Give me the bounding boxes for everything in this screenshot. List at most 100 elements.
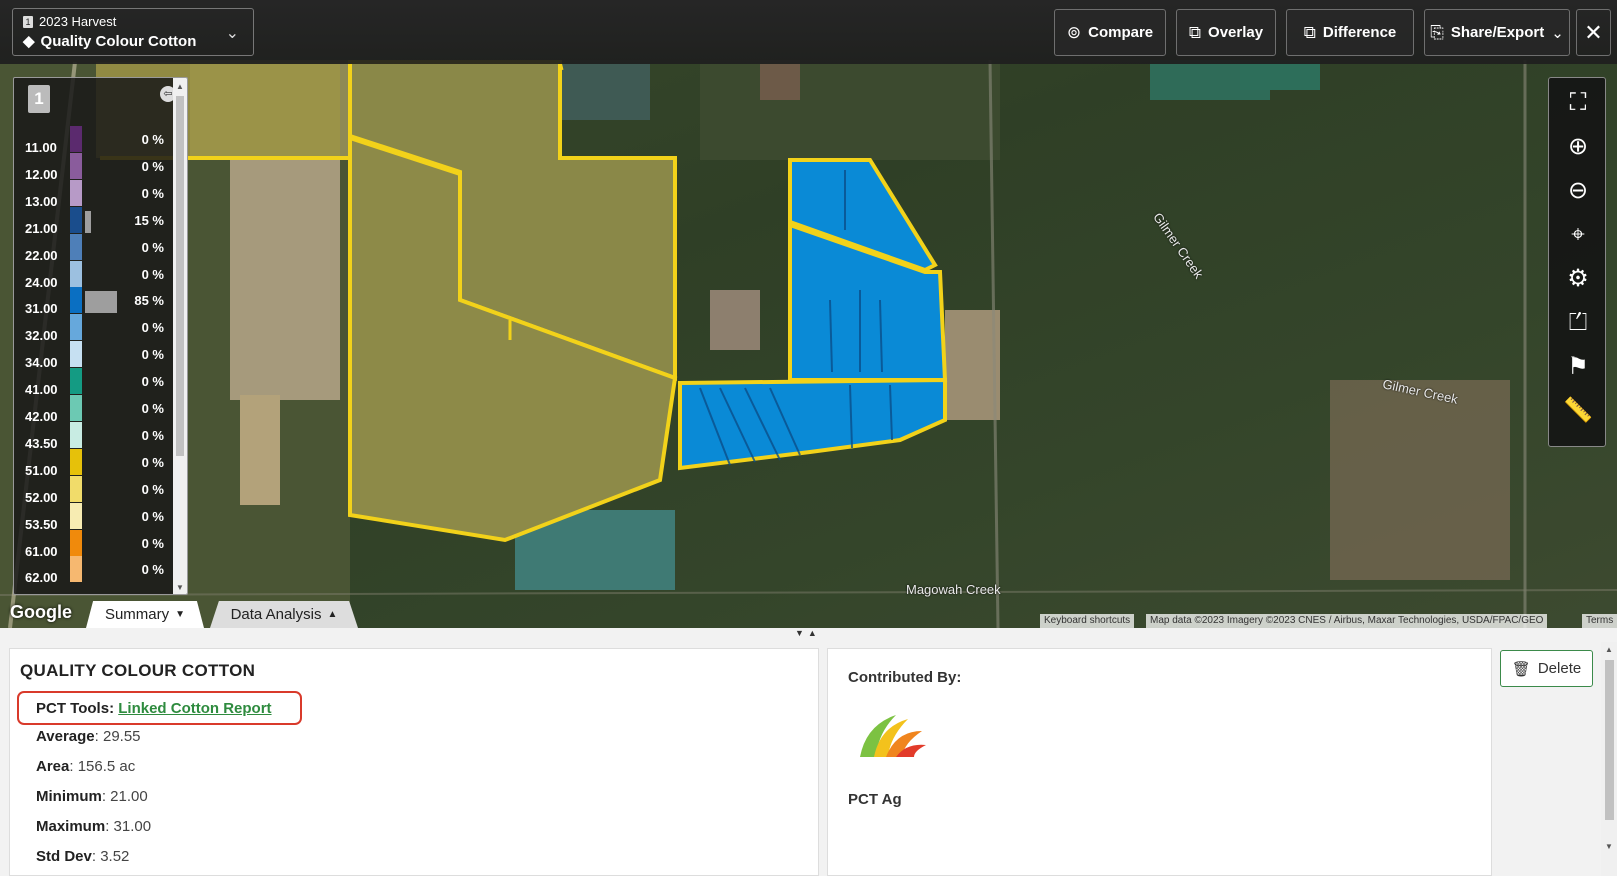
scroll-up-icon[interactable]: ▲ [1605,645,1613,654]
chevron-down-icon: ⌄ [225,25,239,42]
share-icon: ⎘ [1430,22,1444,42]
tab-data-analysis[interactable]: Data Analysis ▲ [210,601,358,628]
area-row: Area: 156.5 ac [36,758,135,775]
difference-icon: ⧉ [1303,22,1316,42]
stddev-value: : 3.52 [91,848,130,865]
top-toolbar: 1 2023 Harvest ◆ Quality Colour Cotton ⌄ ⊚… [0,0,1617,64]
legend-share-bar [85,210,91,233]
legend-row: 21.00 15 % [14,206,174,236]
layer-selector[interactable]: 1 2023 Harvest ◆ Quality Colour Cotton ⌄ [12,8,254,56]
legend-row: 62.00 0 % [14,556,174,586]
legend-row: 61.00 0 % [14,529,174,559]
location-pin-icon[interactable]: ⌖ [1559,218,1597,252]
legend-percent: 15 % [134,212,164,228]
minimum-value: : 21.00 [101,788,148,805]
legend-swatch [70,341,82,368]
map-tools-panel: ⛶ ⊕ ⊖ ⌖ ⚙ ⏍ ⚑ 📏 [1548,77,1606,447]
ruler-icon[interactable]: 📏 [1559,394,1597,428]
legend-percent: 0 % [141,266,164,282]
google-logo: Google [10,602,72,622]
layers-icon: ◆ [23,33,35,50]
pct-tools-row: PCT Tools: Linked Cotton Report [36,700,272,717]
caret-up-icon: ▲ [327,609,338,620]
difference-button[interactable]: ⧉ Difference [1286,9,1414,56]
panel-splitter[interactable]: ▼▲ [0,628,1617,642]
linked-cotton-report-link[interactable]: Linked Cotton Report [118,700,271,717]
splitter-arrows-icon[interactable]: ▼▲ [795,628,821,638]
legend-swatch [70,260,82,287]
scroll-up-icon[interactable]: ▲ [176,82,184,91]
overlay-icon: ⧉ [1188,22,1202,42]
legend-swatch [70,475,82,502]
legend-swatch [70,556,82,583]
pct-tools-label: PCT Tools [36,700,110,717]
legend-percent: 0 % [141,508,164,524]
legend-value: 62.00 [25,570,58,586]
legend-swatch [70,287,82,314]
legend-percent: 0 % [141,320,164,336]
page-scrollbar[interactable]: ▲ ▼ [1601,642,1617,876]
keyboard-shortcuts-link[interactable]: Keyboard shortcuts [1040,614,1135,628]
zoom-out-icon[interactable]: ⊖ [1559,174,1597,208]
close-icon: ✕ [1584,19,1603,45]
legend-panel: 1 ⇦ 11.00 0 % 12.00 0 % 13.00 0 % 21.00 15 % 22.… [13,77,188,595]
terms-link[interactable]: Terms [1582,614,1617,628]
tab-summary[interactable]: Summary ▼ [86,601,204,628]
legend-swatch [70,502,82,529]
tab-analysis-label: Data Analysis [230,606,322,623]
fullscreen-icon[interactable]: ⛶ [1559,86,1597,120]
gear-icon[interactable]: ⚙ [1559,262,1597,296]
compare-icon: ⊚ [1066,22,1082,42]
legend-layer-badge: 1 [28,85,50,113]
app-root: 1 2023 Harvest ◆ Quality Colour Cotton ⌄ ⊚… [0,0,1617,876]
legend-row: 24.00 0 % [14,260,174,290]
area-value: : 156.5 ac [69,758,136,775]
satellite-imagery [0,59,1617,628]
share-export-button[interactable]: ⎘ Share/Export ⌄ [1424,9,1570,56]
delete-button[interactable]: 🗑 Delete [1500,650,1593,687]
legend-swatch [70,529,82,556]
legend-swatch [70,448,82,475]
difference-label: Difference [1322,24,1397,41]
minimum-row: Minimum: 21.00 [36,788,148,805]
map-attribution: Map data ©2023 Imagery ©2023 CNES / Airb… [1146,614,1548,628]
legend-row: 22.00 0 % [14,233,174,263]
legend-swatch [70,179,82,206]
contributor-panel: Contributed By: PCT Ag [827,648,1492,876]
legend-percent: 0 % [141,401,164,416]
legend-swatch [70,421,82,448]
overlay-button[interactable]: ⧉ Overlay [1176,9,1276,56]
layer-season: 2023 Harvest [39,14,117,29]
scroll-down-icon[interactable]: ▼ [176,583,184,592]
flag-icon[interactable]: ⚑ [1559,350,1597,384]
map-view[interactable]: 1 2023 Harvest ◆ Quality Colour Cotton ⌄ ⊚… [0,0,1617,628]
legend-row: 31.00 85 % [14,287,174,316]
compare-button[interactable]: ⊚ Compare [1054,9,1166,56]
layer-number: 1 [23,15,33,28]
compare-label: Compare [1088,24,1154,41]
legend-row: 42.00 0 % [14,395,174,424]
trash-icon: 🗑 [1511,660,1531,678]
maximum-value: : 31.00 [105,818,152,835]
scroll-down-icon[interactable]: ▼ [1605,842,1613,851]
close-button[interactable]: ✕ [1576,9,1611,56]
legend-row: 41.00 0 % [14,368,174,397]
legend-swatch [70,206,82,233]
legend-row: 32.00 0 % [14,314,174,343]
overlay-label: Overlay [1208,24,1264,41]
scroll-thumb[interactable] [1605,660,1614,820]
legend-scrollbar[interactable]: ▲ ▼ [173,78,187,594]
legend-percent: 0 % [141,481,164,497]
legend-percent: 0 % [141,239,164,255]
legend-row: 43.50 0 % [14,421,174,451]
boundary-icon[interactable]: ⏍ [1559,306,1597,340]
legend-percent: 0 % [141,427,164,443]
scroll-thumb[interactable] [176,96,184,456]
maximum-label: Maximum [36,818,106,835]
zoom-in-icon[interactable]: ⊕ [1559,130,1597,164]
share-label: Share/Export [1450,24,1545,41]
caret-down-icon: ▼ [175,609,186,620]
chevron-down-icon: ⌄ [1551,24,1564,42]
legend-percent: 0 % [141,454,164,470]
pct-ag-logo [860,715,926,757]
